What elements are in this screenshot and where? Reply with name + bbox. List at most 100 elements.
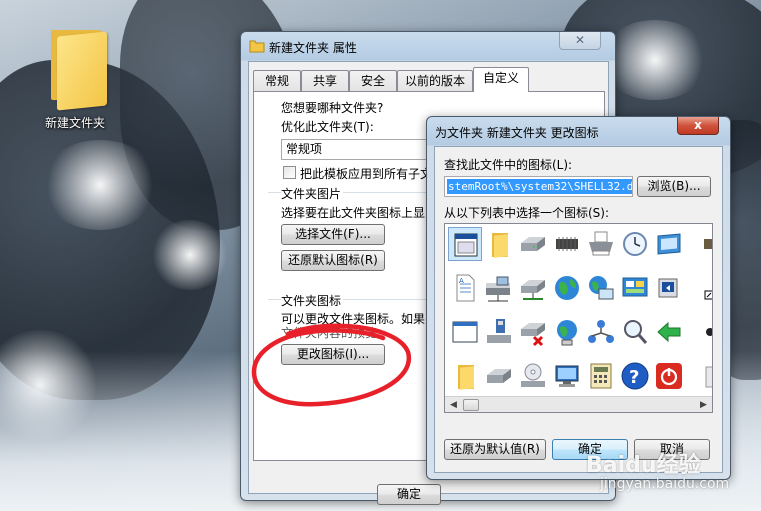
network-people-icon — [588, 320, 614, 343]
icon-cell[interactable] — [584, 359, 618, 393]
icon-cell[interactable] — [550, 227, 584, 261]
magnifier-icon — [624, 320, 648, 344]
power-icon — [656, 363, 682, 389]
scroll-right-arrow[interactable]: ▶ — [695, 397, 712, 412]
icon-cell[interactable] — [652, 227, 686, 261]
icon-cell[interactable] — [618, 271, 652, 305]
icon-cell[interactable] — [584, 271, 618, 305]
icon-cell[interactable] — [652, 359, 686, 393]
icon-cell[interactable] — [686, 315, 712, 349]
folder-small-icon — [249, 40, 265, 53]
printer-icon — [589, 231, 613, 256]
cd-drive-icon — [521, 363, 545, 387]
folder-icon — [492, 233, 508, 258]
network-disk-icon — [521, 280, 545, 300]
icon-cell[interactable] — [652, 271, 686, 305]
icon-cell[interactable] — [516, 359, 550, 393]
desktop-folder[interactable]: 新建文件夹 — [30, 20, 120, 131]
help-icon: ? — [621, 362, 649, 390]
icon-cell[interactable] — [516, 271, 550, 305]
tab-customize[interactable]: 自定义 — [473, 67, 529, 92]
optimize-select-value: 常规项 — [286, 142, 323, 156]
shortcut-icon — [658, 278, 678, 298]
folder-icon — [43, 20, 107, 111]
icon-cell[interactable] — [686, 227, 712, 261]
template-checkbox-label: 把此模板应用到所有子文 — [300, 167, 433, 181]
icon-cell[interactable] — [618, 315, 652, 349]
drive-icon — [487, 369, 511, 383]
tab-general-label: 常规 — [264, 74, 289, 88]
scroll-left-arrow[interactable]: ◀ — [445, 397, 462, 412]
calculator-icon — [590, 363, 612, 389]
svg-text:A: A — [459, 277, 464, 285]
folder-icon — [458, 365, 474, 390]
icon-list[interactable]: A ? ◀ ▶ — [444, 223, 713, 413]
restore-default-icon-button[interactable]: 还原默认图标(R) — [281, 250, 385, 271]
scroll-thumb[interactable] — [463, 399, 479, 411]
change-icon-dialog-title: 为文件夹 新建文件夹 更改图标 — [435, 126, 599, 140]
icon-cell[interactable] — [482, 359, 516, 393]
globe-network-icon — [557, 320, 577, 346]
watermark-url-text: jingyan.baidu.com — [600, 476, 730, 492]
change-icon-button[interactable]: 更改图标(I)... — [281, 344, 385, 365]
tab-security[interactable]: 安全 — [349, 70, 397, 91]
document-icon: A — [456, 274, 475, 302]
restore-defaults-button[interactable]: 还原为默认值(R) — [444, 439, 546, 460]
optimize-label: 优化此文件夹(T): — [281, 120, 374, 134]
tab-security-label: 安全 — [360, 74, 385, 88]
tab-general[interactable]: 常规 — [253, 70, 301, 91]
icon-file-path-value: stemRoot%\system32\SHELL32.dll — [447, 179, 632, 194]
change-icon-dialog: 为文件夹 新建文件夹 更改图标 x 查找此文件中的图标(L): stemRoot… — [426, 116, 731, 480]
icon-list-scrollbar[interactable]: ◀ ▶ — [445, 396, 712, 412]
browse-button[interactable]: 浏览(B)... — [637, 176, 711, 197]
icon-cell[interactable]: A — [448, 271, 482, 305]
globe-icon — [555, 276, 579, 300]
tab-previous-versions[interactable]: 以前的版本 — [397, 70, 473, 91]
partial-icon — [706, 328, 712, 336]
disconnected-drive-icon — [521, 323, 545, 347]
icon-cell[interactable]: ? — [618, 359, 652, 393]
folder-pictures-heading: 文件夹图片 — [281, 185, 344, 202]
icon-cell[interactable] — [584, 227, 618, 261]
icon-cell[interactable] — [686, 271, 712, 305]
drive-icon — [521, 237, 545, 251]
icon-cell[interactable] — [550, 315, 584, 349]
icon-cell[interactable] — [652, 315, 686, 349]
icon-cell[interactable] — [482, 271, 516, 305]
desktop-folder-label: 新建文件夹 — [44, 116, 105, 130]
icon-cell[interactable] — [482, 227, 516, 261]
folder-icons-desc-2: 文件夹内容的预览。 — [281, 326, 390, 340]
tab-sharing[interactable]: 共享 — [301, 70, 349, 91]
icon-cell[interactable] — [550, 271, 584, 305]
properties-window-title: 新建文件夹 属性 — [269, 41, 357, 55]
window-icon — [454, 233, 478, 257]
icon-cell[interactable] — [448, 359, 482, 393]
tab-previous-versions-label: 以前的版本 — [404, 74, 465, 88]
green-arrow-icon — [657, 321, 681, 343]
icon-cell[interactable] — [448, 315, 482, 349]
icon-cell[interactable] — [516, 315, 550, 349]
partial-icon — [704, 290, 712, 300]
clock-icon — [623, 232, 647, 256]
template-checkbox[interactable] — [283, 166, 296, 179]
icon-cell[interactable] — [584, 315, 618, 349]
icon-cell[interactable] — [618, 227, 652, 261]
icon-cell[interactable] — [550, 359, 584, 393]
properties-ok-button[interactable]: 确定 — [377, 484, 441, 505]
tab-sharing-label: 共享 — [312, 74, 337, 88]
icon-cell[interactable] — [482, 315, 516, 349]
svg-text:?: ? — [629, 367, 639, 388]
icon-file-path-input[interactable]: stemRoot%\system32\SHELL32.dll — [444, 176, 633, 197]
icon-cell[interactable] — [448, 227, 482, 261]
choose-file-button[interactable]: 选择文件(F)... — [281, 224, 385, 245]
globe-monitor-icon — [589, 276, 614, 300]
app-window-icon — [452, 321, 478, 343]
tab-customize-label: 自定义 — [482, 71, 519, 85]
network-drive-icon — [486, 276, 510, 302]
change-icon-close-button[interactable]: x — [677, 117, 719, 135]
properties-close-button[interactable]: ✕ — [559, 32, 601, 50]
icon-cell[interactable] — [516, 227, 550, 261]
icon-cell[interactable] — [686, 359, 712, 393]
control-panel-icon — [622, 277, 648, 297]
floppy-icon — [487, 319, 511, 343]
